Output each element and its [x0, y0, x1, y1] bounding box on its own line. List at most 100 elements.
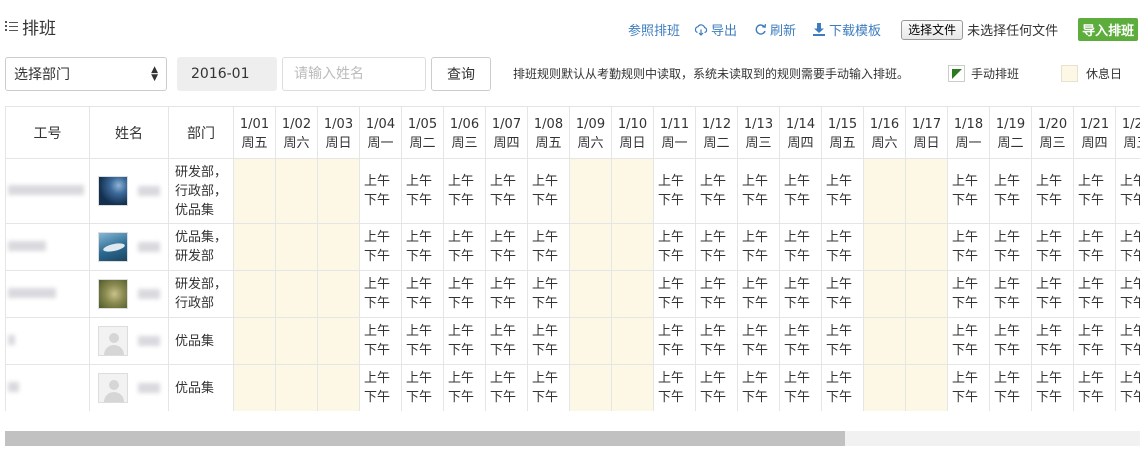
shift-cell[interactable]: 上午 下午: [737, 364, 780, 411]
query-button[interactable]: 查询: [431, 57, 491, 91]
shift-cell[interactable]: 上午 下午: [989, 317, 1032, 365]
shift-cell[interactable]: 上午 下午: [359, 364, 402, 411]
shift-cell[interactable]: 上午 下午: [989, 270, 1032, 318]
shift-cell[interactable]: 上午 下午: [527, 158, 570, 224]
shift-cell[interactable]: 上午 下午: [1115, 223, 1140, 271]
shift-cell[interactable]: 上午 下午: [653, 317, 696, 365]
shift-cell[interactable]: 上午 下午: [737, 270, 780, 318]
department-select[interactable]: 选择部门 ▲ ▼: [5, 57, 167, 91]
rest-day-cell[interactable]: [233, 270, 276, 318]
rest-day-cell[interactable]: [317, 158, 360, 224]
shift-cell[interactable]: 上午 下午: [1115, 317, 1140, 365]
rest-day-cell[interactable]: [569, 223, 612, 271]
rest-day-cell[interactable]: [317, 317, 360, 365]
shift-cell[interactable]: 上午 下午: [653, 158, 696, 224]
shift-cell[interactable]: 上午 下午: [359, 223, 402, 271]
rest-day-cell[interactable]: [905, 223, 948, 271]
rest-day-cell[interactable]: [275, 223, 318, 271]
shift-cell[interactable]: 上午 下午: [695, 364, 738, 411]
rest-day-cell[interactable]: [863, 223, 906, 271]
shift-cell[interactable]: 上午 下午: [443, 270, 486, 318]
shift-cell[interactable]: 上午 下午: [1073, 364, 1116, 411]
shift-cell[interactable]: 上午 下午: [989, 223, 1032, 271]
shift-cell[interactable]: 上午 下午: [527, 270, 570, 318]
shift-cell[interactable]: 上午 下午: [485, 364, 528, 411]
shift-cell[interactable]: 上午 下午: [1031, 364, 1074, 411]
shift-cell[interactable]: 上午 下午: [1031, 270, 1074, 318]
rest-day-cell[interactable]: [611, 270, 654, 318]
shift-cell[interactable]: 上午 下午: [821, 317, 864, 365]
shift-cell[interactable]: 上午 下午: [779, 158, 822, 224]
rest-day-cell[interactable]: [233, 158, 276, 224]
shift-cell[interactable]: 上午 下午: [485, 317, 528, 365]
rest-day-cell[interactable]: [275, 270, 318, 318]
shift-cell[interactable]: 上午 下午: [1031, 158, 1074, 224]
shift-cell[interactable]: 上午 下午: [359, 270, 402, 318]
shift-cell[interactable]: 上午 下午: [401, 317, 444, 365]
shift-cell[interactable]: 上午 下午: [1115, 364, 1140, 411]
export-link[interactable]: 导出: [694, 20, 737, 39]
reference-schedule-link[interactable]: 参照排班: [628, 20, 680, 39]
rest-day-cell[interactable]: [275, 317, 318, 365]
shift-cell[interactable]: 上午 下午: [821, 364, 864, 411]
shift-cell[interactable]: 上午 下午: [947, 317, 990, 365]
rest-day-cell[interactable]: [569, 317, 612, 365]
shift-cell[interactable]: 上午 下午: [1073, 317, 1116, 365]
shift-cell[interactable]: 上午 下午: [695, 317, 738, 365]
table-row[interactable]: 优品集， 研发部 上午 下午 上午 下午 上午 下午 上午 下午 上午 下午 上午 下午 上午 下午 上午 下午上…: [5, 223, 1140, 271]
rest-day-cell[interactable]: [611, 158, 654, 224]
shift-cell[interactable]: 上午 下午: [947, 223, 990, 271]
shift-cell[interactable]: 上午 下午: [443, 317, 486, 365]
shift-cell[interactable]: 上午 下午: [821, 223, 864, 271]
rest-day-cell[interactable]: [233, 317, 276, 365]
rest-day-cell[interactable]: [233, 223, 276, 271]
shift-cell[interactable]: 上午 下午: [737, 317, 780, 365]
shift-cell[interactable]: 上午 下午: [989, 364, 1032, 411]
shift-cell[interactable]: 上午 下午: [695, 223, 738, 271]
rest-day-cell[interactable]: [233, 364, 276, 411]
rest-day-cell[interactable]: [863, 364, 906, 411]
shift-cell[interactable]: 上午 下午: [779, 223, 822, 271]
shift-cell[interactable]: 上午 下午: [821, 270, 864, 318]
shift-cell[interactable]: 上午 下午: [527, 364, 570, 411]
rest-day-cell[interactable]: [905, 317, 948, 365]
shift-cell[interactable]: 上午 下午: [527, 317, 570, 365]
shift-cell[interactable]: 上午 下午: [359, 158, 402, 224]
rest-day-cell[interactable]: [905, 364, 948, 411]
shift-cell[interactable]: 上午 下午: [443, 364, 486, 411]
table-row[interactable]: 优品集 上午 下午 上午 下午 上午 下午 上午 下午 上午 下午 上午 下午 上午 下午 上午 下午 上午 下午上…: [5, 317, 1140, 365]
shift-cell[interactable]: 上午 下午: [401, 223, 444, 271]
rest-day-cell[interactable]: [569, 364, 612, 411]
rest-day-cell[interactable]: [863, 317, 906, 365]
scrollbar-thumb[interactable]: [5, 431, 845, 446]
table-row[interactable]: 研发部， 行政部 上午 下午 上午 下午 上午 下午 上午 下午 上午 下午 上午 下午 上午 下午 上午 下午上…: [5, 270, 1140, 318]
rest-day-cell[interactable]: [569, 158, 612, 224]
month-field[interactable]: 2016-01: [177, 57, 277, 91]
shift-cell[interactable]: 上午 下午: [1073, 158, 1116, 224]
shift-cell[interactable]: 上午 下午: [527, 223, 570, 271]
shift-cell[interactable]: 上午 下午: [653, 270, 696, 318]
shift-cell[interactable]: 上午 下午: [737, 223, 780, 271]
rest-day-cell[interactable]: [317, 364, 360, 411]
rest-day-cell[interactable]: [611, 223, 654, 271]
table-row[interactable]: 研发部， 行政部， 优品集 上午 下午 上午 下午 上午 下午 上午 下午 上午 下午 上午 下午 上午 下午上…: [5, 158, 1140, 224]
shift-cell[interactable]: 上午 下午: [947, 270, 990, 318]
shift-cell[interactable]: 上午 下午: [695, 158, 738, 224]
import-schedule-button[interactable]: 导入排班: [1078, 18, 1139, 41]
shift-cell[interactable]: 上午 下午: [401, 364, 444, 411]
rest-day-cell[interactable]: [905, 158, 948, 224]
shift-cell[interactable]: 上午 下午: [485, 223, 528, 271]
download-template-link[interactable]: 下载模板: [812, 20, 881, 39]
name-search-input[interactable]: [282, 57, 426, 91]
choose-file-button[interactable]: 选择文件: [901, 19, 964, 40]
shift-cell[interactable]: 上午 下午: [1031, 223, 1074, 271]
rest-day-cell[interactable]: [611, 364, 654, 411]
rest-day-cell[interactable]: [275, 364, 318, 411]
shift-cell[interactable]: 上午 下午: [485, 158, 528, 224]
rest-day-cell[interactable]: [569, 270, 612, 318]
rest-day-cell[interactable]: [317, 270, 360, 318]
shift-cell[interactable]: 上午 下午: [1115, 270, 1140, 318]
shift-cell[interactable]: 上午 下午: [989, 158, 1032, 224]
rest-day-cell[interactable]: [863, 270, 906, 318]
rest-day-cell[interactable]: [317, 223, 360, 271]
